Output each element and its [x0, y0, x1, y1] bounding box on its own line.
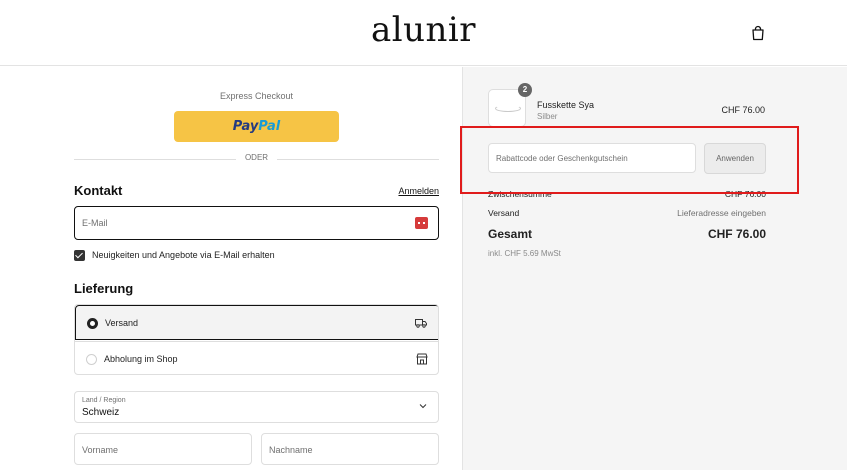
- first-name-placeholder: Vorname: [82, 445, 119, 455]
- total-row: Gesamt CHF 76.00: [488, 227, 766, 241]
- email-field[interactable]: E-Mail: [74, 206, 439, 240]
- brand-logo[interactable]: alunir: [0, 10, 847, 50]
- shipping-option-label: Versand: [105, 318, 139, 328]
- total-value: CHF 76.00: [707, 227, 766, 241]
- delivery-options: Versand Abholung im Shop: [74, 304, 439, 375]
- express-checkout-label: Express Checkout: [219, 91, 294, 101]
- header: alunir: [0, 0, 847, 66]
- pickup-option-label: Abholung im Shop: [104, 354, 178, 364]
- newsletter-checkbox[interactable]: [74, 249, 85, 261]
- quantity-badge: 2: [518, 83, 532, 97]
- last-name-placeholder: Nachname: [269, 445, 313, 455]
- country-label: Land / Region: [82, 397, 126, 404]
- email-placeholder: E-Mail: [82, 218, 108, 228]
- total-label: Gesamt: [488, 227, 533, 241]
- product-name: Fusskette Sya: [537, 100, 595, 110]
- anklet-image: [495, 105, 521, 112]
- product-price: CHF 76.00: [721, 105, 765, 115]
- country-select[interactable]: Land / Region Schweiz: [74, 391, 439, 423]
- country-value: Schweiz: [82, 407, 120, 418]
- highlight-box: [460, 126, 799, 194]
- newsletter-row[interactable]: Neuigkeiten und Angebote via E-Mail erha…: [74, 248, 275, 262]
- first-name-field[interactable]: Vorname: [74, 433, 252, 465]
- shipping-radio[interactable]: [87, 318, 98, 329]
- paypal-logo-pay: Pay: [232, 119, 259, 134]
- or-divider: ODER: [74, 153, 439, 165]
- shopping-bag-icon[interactable]: [750, 25, 766, 41]
- shipping-value: Lieferadresse eingeben: [677, 208, 766, 218]
- pickup-radio[interactable]: [86, 354, 97, 365]
- paypal-logo-pal: Pal: [258, 119, 281, 134]
- newsletter-label: Neuigkeiten und Angebote via E-Mail erha…: [92, 250, 275, 260]
- product-variant: Silber: [537, 112, 558, 121]
- shipping-label: Versand: [488, 208, 520, 218]
- tax-note: inkl. CHF 5.69 MwSt: [488, 249, 561, 258]
- paypal-button[interactable]: Pay Pal: [174, 111, 339, 142]
- last-name-field[interactable]: Nachname: [261, 433, 439, 465]
- truck-icon: [415, 319, 427, 328]
- delivery-option-shipping[interactable]: Versand: [75, 305, 438, 340]
- divider-line-right: [277, 159, 439, 160]
- shipping-row: Versand Lieferadresse eingeben: [488, 208, 766, 218]
- password-manager-icon[interactable]: [415, 217, 428, 229]
- delivery-option-pickup[interactable]: Abholung im Shop: [75, 341, 438, 374]
- chevron-down-icon: [419, 404, 427, 409]
- checkout-form: Express Checkout Pay Pal ODER Kontakt Anm…: [0, 67, 462, 470]
- store-icon: [416, 353, 428, 365]
- or-divider-text: ODER: [244, 153, 269, 162]
- delivery-title: Lieferung: [74, 281, 134, 296]
- contact-title: Kontakt: [74, 183, 123, 198]
- login-link[interactable]: Anmelden: [370, 186, 439, 196]
